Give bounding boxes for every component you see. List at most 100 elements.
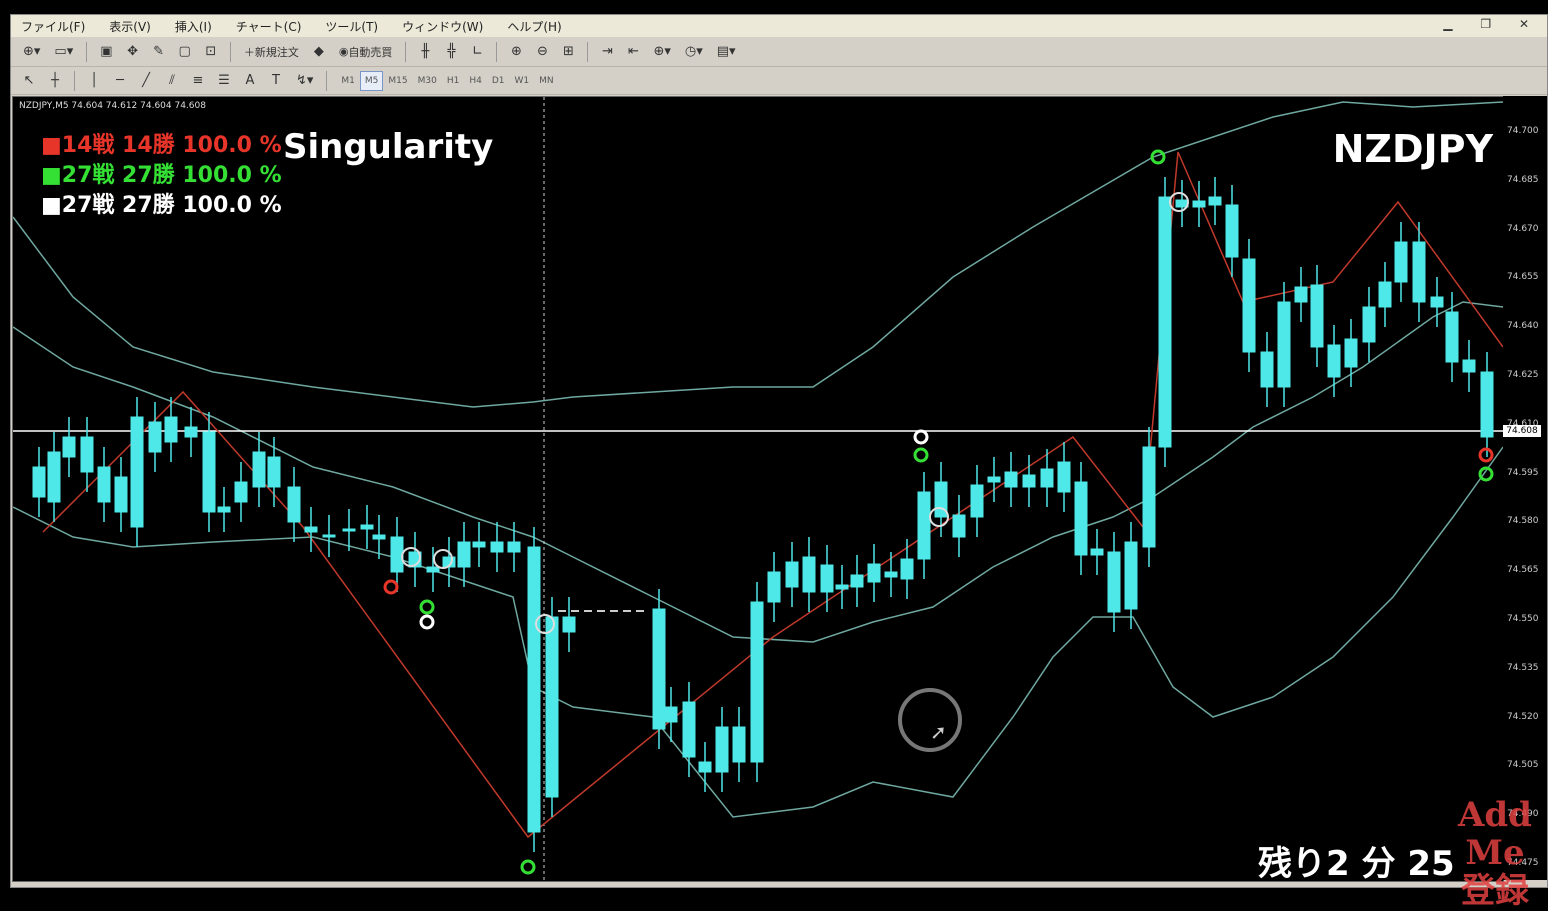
candle-body [527,546,541,833]
meta-editor-icon[interactable]: ◆ [309,42,329,62]
channel-icon[interactable]: ⫽ [162,71,182,91]
timeframe-w1[interactable]: W1 [510,71,535,91]
periods-icon[interactable]: ◷▾ [681,42,707,62]
candle-body [1462,359,1476,373]
candle-body [1294,286,1308,303]
new-order-label: 新規注文 [254,45,299,59]
candle-body [62,436,76,458]
timeframe-m15[interactable]: M15 [383,71,412,91]
candle-body [652,608,666,730]
candle-body [130,416,144,528]
data-window-icon[interactable]: ✥ [123,42,143,62]
terminal-icon[interactable]: ▢ [175,42,195,62]
candle-body [1225,204,1239,258]
autoscroll-icon[interactable]: ⇤ [623,42,643,62]
timeframe-mn[interactable]: MN [534,71,559,91]
signal-marker-icon [419,614,435,630]
candle-body [426,566,440,573]
new-chart-icon[interactable]: ⊕▾ [19,42,44,62]
candle-body [562,616,576,633]
vertical-line-icon[interactable]: │ [84,71,104,91]
candle-body [884,571,898,578]
candle-body [664,706,678,723]
chart-shift-icon[interactable]: ⇥ [597,42,617,62]
watermark-line2: 登録 [1461,871,1529,911]
timeframe-h1[interactable]: H1 [442,71,465,91]
candle-body [1362,306,1376,343]
candle-body [1445,311,1459,363]
countdown-timer: 残り2 分 25 [1258,844,1455,884]
candle-chart-icon[interactable]: ╬ [441,42,461,62]
price-tick: 74.580 [1507,516,1539,527]
bar-chart-icon[interactable]: ╫ [415,42,435,62]
new-order-button[interactable]: ＋ 新規注文 [240,42,303,62]
timeframe-m30[interactable]: M30 [413,71,442,91]
candle-body [234,481,248,503]
menu-chart[interactable]: チャート(C) [236,18,302,35]
timeframe-m1[interactable]: M1 [336,71,360,91]
menu-insert[interactable]: 挿入(I) [175,18,212,35]
candle-body [148,421,162,453]
candle-body [114,476,128,513]
crosshair-icon[interactable]: ┼ [45,71,65,91]
zoom-in-icon[interactable]: ⊕ [506,42,526,62]
candle-body [32,466,46,498]
minimize-icon[interactable]: ▁ [1443,17,1452,31]
candle-body [1107,551,1121,613]
price-tick: 74.670 [1507,223,1539,234]
timeframe-h4[interactable]: H4 [464,71,487,91]
candle-body [490,541,504,553]
candle-body [682,701,696,758]
price-tick: 74.640 [1507,321,1539,332]
candle-body [217,506,231,513]
market-watch-icon[interactable]: ▣ [96,42,116,62]
text-icon[interactable]: A [240,71,260,91]
cursor-icon[interactable]: ↖ [19,71,39,91]
chart-area[interactable]: NZDJPY,M5 74.604 74.612 74.604 74.608 ■1… [12,96,1504,882]
zigzag-line [42,151,1503,839]
toolbar-divider [326,70,328,91]
toolbar-divider [86,41,88,62]
text-label-icon[interactable]: T [266,71,286,91]
timeframe-m5[interactable]: M5 [359,70,384,91]
menu-tools[interactable]: ツール(T) [325,18,378,35]
timeframe-d1[interactable]: D1 [487,71,510,91]
arrows-icon[interactable]: ↯▾ [292,71,317,91]
candle-body [472,541,486,548]
price-tick: 74.565 [1507,565,1539,576]
candle-body [1344,338,1358,368]
candle-body [1192,200,1206,208]
candle-body [952,514,966,538]
navigator-icon[interactable]: ✎ [149,42,169,62]
menu-window[interactable]: ウィンドウ(W) [402,18,483,35]
horizontal-line-icon[interactable]: ─ [110,71,130,91]
candle-body [820,564,834,593]
profiles-icon[interactable]: ▭▾ [50,42,77,62]
fibo-fan-icon[interactable]: ☰ [214,71,234,91]
drawing-toolbar: ↖ ┼ │ ─ ╱ ⫽ ≡ ☰ A T ↯▾ M1 M5 M15 M30 H1 H4 D1 W… [11,67,1547,95]
menu-file[interactable]: ファイル(F) [21,18,85,35]
line-chart-icon[interactable]: ∟ [467,42,487,62]
candle-body [1378,281,1392,308]
menu-view[interactable]: 表示(V) [109,18,151,35]
candle-body [1074,481,1088,556]
menu-help[interactable]: ヘルプ(H) [507,18,561,35]
candle-body [390,536,404,573]
candle-body [1208,196,1222,206]
candle-body [867,563,881,583]
tester-icon[interactable]: ⊡ [201,42,221,62]
watermark-line1: Add Me [1458,795,1532,873]
restore-icon[interactable]: ❐ [1480,17,1491,31]
candle-body [987,476,1001,483]
trendline-icon[interactable]: ╱ [136,71,156,91]
close-icon[interactable]: ✕ [1519,17,1529,31]
templates-icon[interactable]: ▤▾ [713,42,740,62]
indicators-icon[interactable]: ⊕▾ [649,42,674,62]
zoom-out-icon[interactable]: ⊖ [532,42,552,62]
toolbar-divider [405,41,407,62]
candle-body [1158,196,1172,448]
auto-trade-button[interactable]: ◉ 自動売買 [335,42,397,62]
candle-body [767,571,781,603]
tile-windows-icon[interactable]: ⊞ [558,42,578,62]
fibo-icon[interactable]: ≡ [188,71,208,91]
